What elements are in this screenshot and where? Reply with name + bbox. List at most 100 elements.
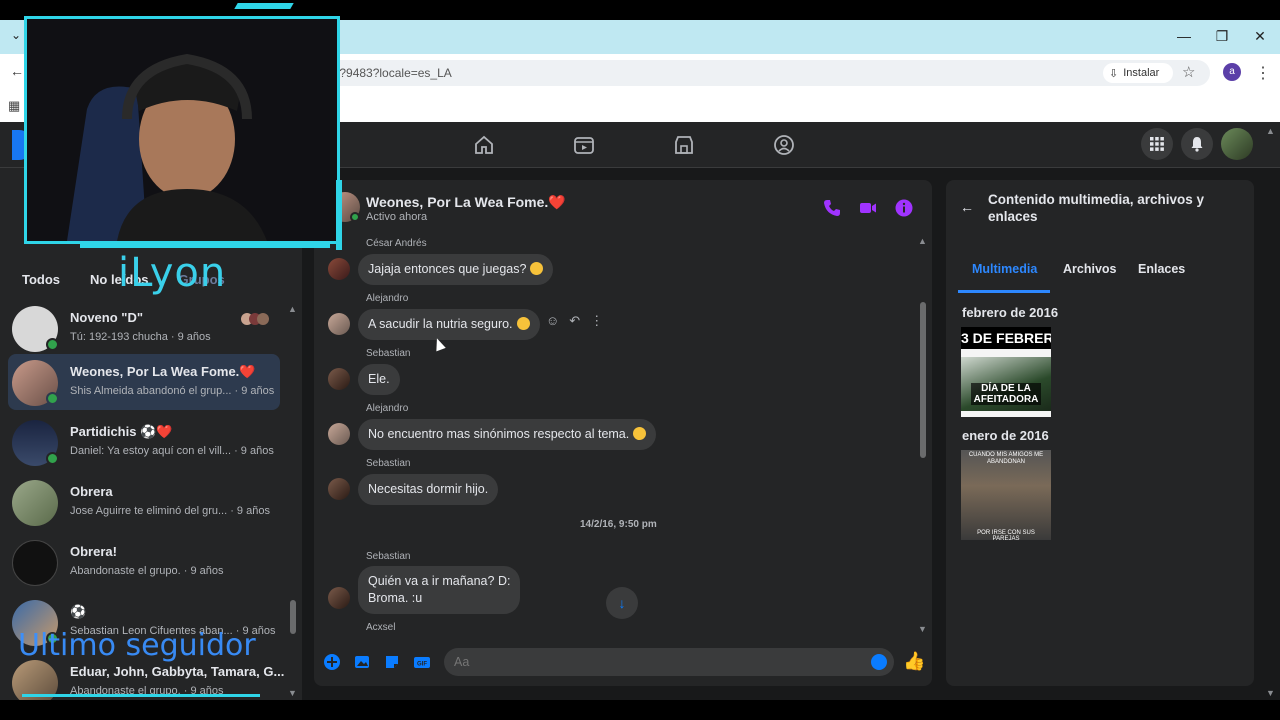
tab-multimedia[interactable]: Multimedia [972, 262, 1037, 276]
chat-name: Eduar, John, Gabbyta, Tamara, G... [70, 664, 285, 679]
online-indicator [46, 452, 59, 465]
message-sender: César Andrés [366, 238, 427, 249]
chat-list-item[interactable]: Obrera! Abandonaste el grupo. · 9 años [8, 534, 280, 590]
chat-name: Weones, Por La Wea Fome.❤️ [70, 364, 256, 379]
notifications-button[interactable] [1181, 128, 1213, 160]
chat-list-item[interactable]: Noveno "D" Tú: 192-193 chucha · 9 años [8, 300, 280, 356]
chat-name: Partidichis ⚽❤️ [70, 424, 173, 439]
chat-preview: Tú: 192-193 chucha · 9 años [70, 331, 211, 343]
thumbs-up-icon[interactable]: 👍 [903, 651, 925, 672]
sender-avatar[interactable] [328, 587, 350, 609]
emoji-icon [516, 317, 530, 330]
sender-avatar[interactable] [328, 368, 350, 390]
media-thumbnail[interactable]: 3 DE FEBRERO DÍA DE LA AFEITADORA [961, 327, 1051, 417]
tab-archivos[interactable]: Archivos [1063, 262, 1117, 276]
chat-list-item[interactable]: Obrera Jose Aguirre te eliminó del gru..… [8, 474, 280, 530]
tab-search-icon[interactable]: ⌄ [6, 28, 26, 44]
message-bubble[interactable]: Necesitas dormir hijo. [358, 474, 499, 505]
sender-avatar[interactable] [328, 258, 350, 280]
install-button[interactable]: ⇩ Instalar [1103, 63, 1173, 83]
chat-preview: Daniel: Ya estoy aquí con el vill... · 9… [70, 445, 274, 457]
message-text: Broma. :u [368, 590, 423, 605]
overlay-accent [22, 694, 260, 697]
plus-icon[interactable] [323, 653, 341, 671]
jump-to-latest-button[interactable]: ↓ [606, 587, 638, 619]
emoji-icon [530, 262, 544, 275]
sender-avatar[interactable] [328, 478, 350, 500]
svg-text:GIF: GIF [417, 662, 427, 668]
sender-avatar[interactable] [328, 423, 350, 445]
streamer-name: iLyon [118, 250, 227, 296]
conversation-scrollbar[interactable] [920, 302, 926, 458]
install-label: Instalar [1123, 67, 1160, 79]
overlay-accent [234, 3, 294, 9]
more-options-icon[interactable]: ⋮ [590, 313, 603, 329]
close-icon[interactable]: ✕ [1248, 26, 1272, 46]
scroll-down-arrow-icon[interactable]: ▼ [918, 624, 927, 634]
chat-name: Noveno "D" [70, 310, 143, 325]
conversation-title[interactable]: Weones, Por La Wea Fome.❤️ [366, 194, 566, 211]
menu-grid-icon [1150, 137, 1164, 151]
photo-icon[interactable] [353, 653, 371, 671]
filter-all[interactable]: Todos [14, 270, 68, 290]
restore-icon[interactable]: ❐ [1210, 26, 1234, 46]
message-text: No encuentro mas sinónimos respecto al t… [368, 427, 630, 441]
message-sender: Sebastian [366, 551, 411, 562]
home-icon[interactable] [472, 133, 496, 157]
back-arrow-icon[interactable]: ← [960, 199, 974, 215]
scroll-up-arrow-icon[interactable]: ▲ [288, 304, 297, 314]
apps-grid-icon[interactable]: ▦ [8, 98, 20, 114]
last-follower-label: Ultimo seguidor [18, 628, 256, 663]
active-tab-indicator [958, 290, 1050, 293]
voice-call-icon[interactable] [822, 198, 842, 218]
chat-preview: Shis Almeida abandonó el grup... · 9 año… [70, 385, 275, 397]
groups-icon[interactable] [772, 133, 796, 157]
message-bubble[interactable]: Jajaja entonces que juegas? [358, 254, 554, 285]
scroll-up-arrow-icon[interactable]: ▲ [918, 236, 927, 246]
seen-by-avatars [241, 313, 269, 325]
thumbnail-caption-top: CUANDO MIS AMIGOS ME ABANDONAN [968, 452, 1044, 465]
tab-enlaces[interactable]: Enlaces [1138, 262, 1185, 276]
account-avatar[interactable] [1221, 128, 1253, 160]
chat-list-item-active[interactable]: Weones, Por La Wea Fome.❤️ Shis Almeida … [8, 354, 280, 410]
react-icon[interactable]: ☺ [546, 313, 559, 329]
message-bubble[interactable]: Ele. [358, 364, 400, 395]
sticker-icon[interactable] [383, 653, 401, 671]
menu-button[interactable] [1141, 128, 1173, 160]
scroll-down-arrow-icon[interactable]: ▼ [288, 688, 297, 698]
message-bubble[interactable]: No encuentro mas sinónimos respecto al t… [358, 419, 657, 450]
avatar [12, 540, 58, 586]
message-bubble[interactable]: A sacudir la nutria seguro. [358, 309, 540, 340]
video-call-icon[interactable] [858, 198, 878, 218]
chat-list-item[interactable]: Partidichis ⚽❤️ Daniel: Ya estoy aquí co… [8, 414, 280, 470]
reply-icon[interactable]: ↶ [569, 313, 580, 329]
info-icon[interactable] [894, 198, 914, 218]
webcam-overlay [24, 16, 340, 244]
back-arrow-icon[interactable]: ← [10, 63, 24, 79]
message-input[interactable] [454, 655, 854, 669]
scroll-up-arrow-icon[interactable]: ▲ [1266, 126, 1275, 136]
message-bubble[interactable]: Quién va a ir mañana? D: Broma. :u [358, 566, 521, 614]
message-sender: Acxsel [366, 622, 396, 633]
message-text: Ele. [368, 372, 390, 386]
online-indicator [46, 338, 59, 351]
chat-name: Obrera [70, 484, 113, 499]
thumbnail-caption: DÍA DE LA AFEITADORA [971, 383, 1041, 405]
minimize-icon[interactable]: — [1172, 26, 1196, 46]
scroll-down-arrow-icon[interactable]: ▼ [1266, 688, 1275, 698]
chat-name: Obrera! [70, 544, 117, 559]
bookmark-star-icon[interactable]: ☆ [1182, 63, 1195, 81]
overlay-accent [336, 180, 342, 250]
media-thumbnail[interactable]: CUANDO MIS AMIGOS ME ABANDONAN POR IRSE … [961, 450, 1051, 540]
emoji-picker-icon[interactable] [871, 654, 887, 670]
chat-list-scrollbar[interactable] [290, 600, 296, 634]
gif-icon[interactable]: GIF [413, 653, 431, 671]
chat-name: ⚽ [70, 604, 87, 619]
watch-icon[interactable] [572, 133, 596, 157]
message-sender: Sebastian [366, 348, 411, 359]
marketplace-icon[interactable] [672, 133, 696, 157]
sender-avatar[interactable] [328, 313, 350, 335]
message-sender: Alejandro [366, 403, 409, 414]
profile-avatar[interactable]: a [1223, 63, 1241, 81]
browser-menu-icon[interactable]: ⋮ [1255, 63, 1271, 83]
